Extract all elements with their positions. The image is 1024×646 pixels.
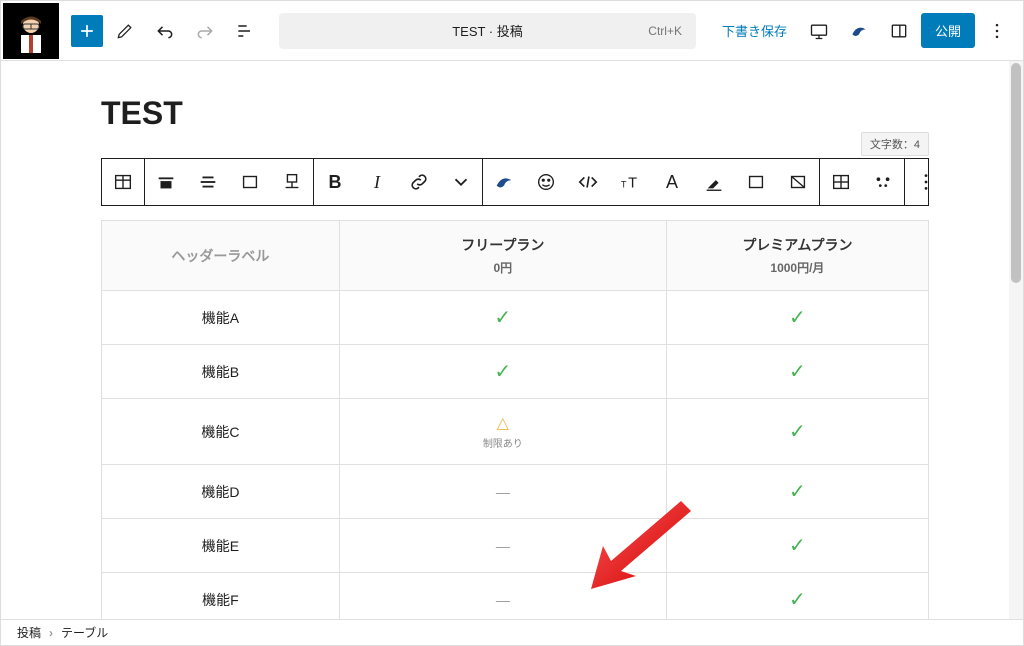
free-cell[interactable]: — [339,573,666,620]
free-cell[interactable]: ✓ [339,345,666,399]
limit-note: 制限あり [350,435,656,450]
save-draft-button[interactable]: 下書き保存 [712,21,797,40]
header-label-cell[interactable]: ヘッダーラベル [102,221,340,291]
dash-icon: — [496,484,510,500]
command-shortcut: Ctrl+K [648,24,682,38]
plan-free-header[interactable]: フリープラン 0円 [339,221,666,291]
editor-canvas[interactable]: TEST 文字数：4 B I [1,61,1009,619]
premium-cell[interactable]: ✓ [666,465,928,519]
feature-label-cell[interactable]: 機能B [102,345,340,399]
feature-label-cell[interactable]: 機能A [102,291,340,345]
link-button[interactable] [398,159,440,205]
check-icon: ✓ [494,307,511,329]
free-cell[interactable]: ✓ [339,291,666,345]
block-breadcrumb: 投稿 › テーブル [1,619,1023,645]
triangle-icon: △ [350,413,656,433]
check-icon: ✓ [789,535,806,557]
block-more-options-button[interactable] [905,159,947,205]
site-avatar[interactable] [3,3,59,59]
code-button[interactable] [567,159,609,205]
check-icon: ✓ [789,589,806,611]
avatar-icon [9,9,53,53]
feature-label-cell[interactable]: 機能F [102,573,340,620]
feature-label-cell[interactable]: 機能C [102,399,340,465]
feature-label-cell[interactable]: 機能E [102,519,340,573]
emoji-button[interactable] [525,159,567,205]
pricing-table[interactable]: ヘッダーラベル フリープラン 0円 プレミアムプラン 1000円/月 機能A ✓ ✓… [101,220,929,619]
table-row[interactable]: 機能E — ✓ [102,519,929,573]
free-cell[interactable]: △ 制限あり [339,399,666,465]
free-cell[interactable]: — [339,465,666,519]
check-icon: ✓ [789,481,806,503]
document-overview-button[interactable] [227,13,263,49]
document-title: TEST · 投稿 [452,21,523,40]
check-icon: ✓ [789,307,806,329]
editor-topbar: TEST · 投稿 Ctrl+K 下書き保存 公開 [1,1,1023,61]
redo-button[interactable] [187,13,223,49]
preview-desktop-icon[interactable] [801,13,837,49]
swell-icon-button[interactable] [483,159,525,205]
post-title[interactable]: TEST [101,95,929,132]
breadcrumb-separator-icon: › [49,626,53,640]
table-header-row: ヘッダーラベル フリープラン 0円 プレミアムプラン 1000円/月 [102,221,929,291]
feature-label-cell[interactable]: 機能D [102,465,340,519]
premium-cell[interactable]: ✓ [666,345,928,399]
font-size-button[interactable]: TT [609,159,651,205]
italic-button[interactable]: I [356,159,398,205]
vertical-scrollbar[interactable] [1009,61,1023,619]
block-toolbar: B I TT A [101,158,929,206]
breadcrumb-root[interactable]: 投稿 [17,624,41,641]
block-type-table-icon[interactable] [102,159,144,205]
column-width-button[interactable] [229,159,271,205]
svg-text:T: T [621,180,627,190]
breadcrumb-current[interactable]: テーブル [61,624,108,641]
text-color-button[interactable]: A [651,159,693,205]
add-block-button[interactable] [71,15,103,47]
table-row[interactable]: 機能F — ✓ [102,573,929,620]
more-options-button[interactable] [979,13,1015,49]
edit-mode-button[interactable] [107,13,143,49]
plan-premium-header[interactable]: プレミアムプラン 1000円/月 [666,221,928,291]
character-count-badge: 文字数：4 [861,132,929,156]
table-row[interactable]: 機能A ✓ ✓ [102,291,929,345]
check-icon: ✓ [494,361,511,383]
align-button[interactable] [145,159,187,205]
table-row[interactable]: 機能C △ 制限あり ✓ [102,399,929,465]
sidebar-toggle-button[interactable] [881,13,917,49]
document-bar[interactable]: TEST · 投稿 Ctrl+K [279,13,696,49]
premium-cell[interactable]: ✓ [666,573,928,620]
theme-swell-icon[interactable] [841,13,877,49]
publish-button[interactable]: 公開 [921,13,975,48]
scrollbar-thumb[interactable] [1011,63,1021,283]
table-row[interactable]: 機能D — ✓ [102,465,929,519]
free-cell[interactable]: — [339,519,666,573]
dash-icon: — [496,592,510,608]
check-icon: ✓ [789,421,806,443]
undo-button[interactable] [147,13,183,49]
cell-icon-button[interactable] [862,159,904,205]
bold-button[interactable]: B [314,159,356,205]
check-icon: ✓ [789,361,806,383]
clear-format-button[interactable] [777,159,819,205]
table-edit-button[interactable] [820,159,862,205]
premium-cell[interactable]: ✓ [666,291,928,345]
cell-align-button[interactable] [187,159,229,205]
more-rich-text-button[interactable] [440,159,482,205]
premium-cell[interactable]: ✓ [666,399,928,465]
table-style-button[interactable] [271,159,313,205]
dash-icon: — [496,538,510,554]
table-row[interactable]: 機能B ✓ ✓ [102,345,929,399]
highlight-button[interactable] [693,159,735,205]
svg-text:T: T [628,176,637,192]
background-button[interactable] [735,159,777,205]
premium-cell[interactable]: ✓ [666,519,928,573]
